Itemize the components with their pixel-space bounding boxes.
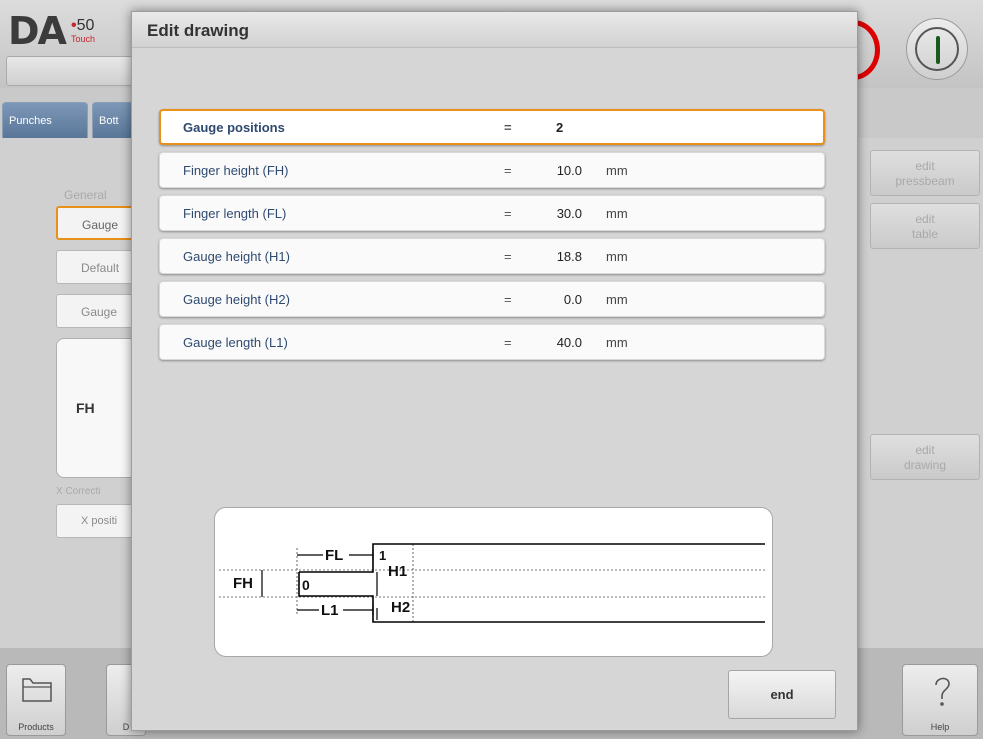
logo-model: 50 [76, 17, 95, 34]
param-equals: = [504, 206, 512, 221]
general-heading: General [64, 188, 107, 202]
logo-brand: DA [8, 9, 67, 53]
logo-sub: Touch [70, 34, 95, 44]
help-button[interactable]: Help [902, 664, 978, 736]
position-0-label: 0 [302, 577, 310, 593]
bg-fh-label: FH [76, 400, 95, 416]
param-value: 18.8 [556, 249, 582, 264]
products-button[interactable]: Products [6, 664, 66, 736]
param-label: Gauge height (H1) [183, 249, 290, 264]
param-equals: = [504, 163, 512, 178]
param-equals: = [504, 292, 512, 307]
edit-drawing-button[interactable]: edit drawing [870, 434, 980, 480]
gauge-drawing: FL FH L1 H1 H2 0 1 [214, 507, 773, 657]
folder-icon [22, 678, 52, 702]
param-equals: = [504, 335, 512, 350]
dialog-header: Edit drawing [132, 12, 857, 48]
tab-bar: Punches Bott [0, 102, 150, 138]
h2-label: H2 [391, 599, 410, 616]
end-button[interactable]: end [728, 670, 836, 719]
tab-punches[interactable]: Punches [2, 102, 88, 138]
param-gauge-height-h1[interactable]: Gauge height (H1) = 18.8 mm [159, 238, 825, 274]
param-gauge-height-h2[interactable]: Gauge height (H2) = 0.0 mm [159, 281, 825, 317]
param-gauge-positions[interactable]: Gauge positions = 2 [159, 109, 825, 145]
dialog-title: Edit drawing [147, 21, 249, 40]
param-unit: mm [606, 206, 628, 221]
fh-label: FH [233, 575, 253, 592]
param-label: Finger length (FL) [183, 206, 287, 221]
param-unit: mm [606, 335, 628, 350]
products-label: Products [18, 722, 54, 732]
start-button-icon[interactable] [906, 18, 968, 80]
l1-label: L1 [321, 602, 339, 619]
help-icon [935, 677, 950, 706]
param-value: 10.0 [556, 163, 582, 178]
da-logo: DA •50 Touch [8, 9, 95, 53]
fl-label: FL [325, 547, 343, 564]
param-label: Gauge length (L1) [183, 335, 288, 350]
param-finger-height[interactable]: Finger height (FH) = 10.0 mm [159, 152, 825, 188]
param-equals: = [504, 120, 512, 135]
edit-drawing-dialog: Edit drawing Gauge positions = 2 Finger … [131, 11, 858, 731]
x-correction-heading: X Correcti [56, 486, 101, 497]
param-value: 30.0 [556, 206, 582, 221]
param-unit: mm [606, 249, 628, 264]
param-gauge-length[interactable]: Gauge length (L1) = 40.0 mm [159, 324, 825, 360]
h1-label: H1 [388, 563, 407, 580]
param-value: 2 [556, 120, 564, 135]
help-label: Help [930, 722, 950, 732]
param-value: 0.0 [563, 292, 582, 307]
param-unit: mm [606, 292, 628, 307]
param-value: 40.0 [556, 335, 582, 350]
position-1-label: 1 [379, 548, 386, 563]
finger-profile-top [299, 543, 765, 573]
gauge-drawing-svg: FL FH L1 H1 H2 0 1 [219, 543, 767, 623]
param-unit: mm [606, 163, 628, 178]
edit-pressbeam-button[interactable]: edit pressbeam [870, 150, 980, 196]
param-finger-length[interactable]: Finger length (FL) = 30.0 mm [159, 195, 825, 231]
param-equals: = [504, 249, 512, 264]
edit-table-button[interactable]: edit table [870, 203, 980, 249]
param-label: Gauge height (H2) [183, 292, 290, 307]
program-name-field[interactable] [6, 56, 136, 86]
param-label: Gauge positions [183, 120, 285, 135]
param-label: Finger height (FH) [183, 163, 289, 178]
